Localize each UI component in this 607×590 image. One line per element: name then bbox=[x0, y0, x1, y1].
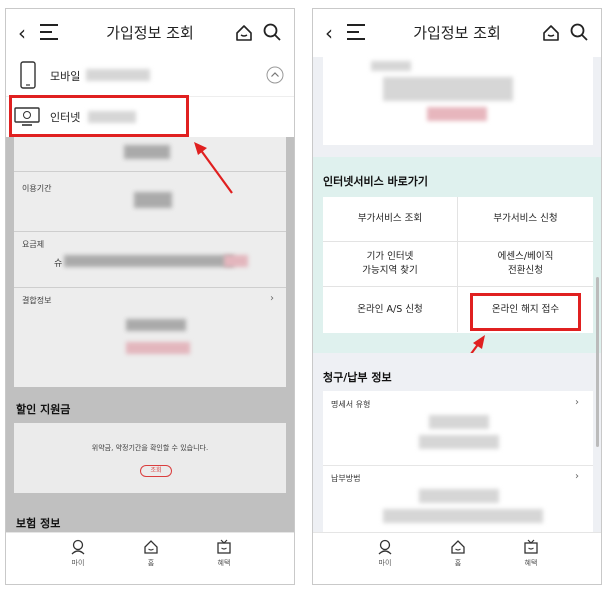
nav-benefit[interactable]: 혜택 bbox=[204, 539, 244, 568]
nav-label: 마이 bbox=[378, 559, 392, 567]
home-icon[interactable] bbox=[234, 23, 254, 43]
field-label-payment-method: 납부방법 bbox=[331, 474, 361, 483]
nav-label: 혜택 bbox=[217, 559, 231, 567]
masked-value bbox=[224, 255, 248, 267]
masked-value bbox=[383, 77, 513, 101]
nav-my[interactable]: 마이 bbox=[58, 539, 98, 568]
shortcut-essence-basic[interactable]: 에센스/베이직 전환신청 bbox=[458, 242, 593, 287]
page-title: 가입정보 조회 bbox=[106, 24, 194, 42]
masked-value bbox=[124, 145, 170, 159]
chevron-right-icon[interactable]: › bbox=[575, 471, 579, 482]
field-label-plan: 요금제 bbox=[22, 240, 45, 249]
person-icon bbox=[71, 539, 85, 555]
nav-label: 혜택 bbox=[524, 559, 538, 567]
nav-benefit[interactable]: 혜택 bbox=[511, 539, 551, 568]
nav-label: 마이 bbox=[71, 559, 85, 567]
page-title: 가입정보 조회 bbox=[413, 24, 501, 42]
discount-card: 위약금, 약정기간을 확인할 수 있습니다. 조회 bbox=[14, 423, 286, 493]
back-icon[interactable]: ‹ bbox=[18, 21, 34, 45]
masked-value bbox=[429, 415, 489, 429]
masked-value bbox=[126, 342, 190, 354]
nav-home[interactable]: 홈 bbox=[438, 539, 478, 568]
masked-number bbox=[86, 69, 150, 81]
masked-value bbox=[64, 255, 234, 267]
mobile-phone-icon bbox=[20, 61, 36, 89]
masked-value bbox=[371, 61, 411, 71]
chevron-right-icon[interactable]: › bbox=[270, 293, 274, 304]
app-header: ‹ 가입정보 조회 bbox=[313, 9, 601, 57]
left-phone-screen: ‹ 가입정보 조회 모바일 인터넷 이용기간 요금제 슈 결합정보 › 할인 지… bbox=[5, 8, 295, 585]
arrow-icon bbox=[194, 142, 233, 194]
home-icon bbox=[144, 540, 158, 554]
masked-value bbox=[134, 192, 172, 208]
shortcut-giga-area[interactable]: 기가 인터넷 가능지역 찾기 bbox=[323, 242, 458, 287]
field-label-invoice-type: 명세서 유형 bbox=[331, 400, 371, 409]
menu-icon[interactable] bbox=[347, 24, 367, 42]
plan-value-prefix: 슈 bbox=[54, 259, 63, 269]
shortcut-online-as[interactable]: 온라인 A/S 신청 bbox=[323, 287, 458, 332]
nav-label: 홈 bbox=[147, 559, 155, 567]
scrollbar[interactable] bbox=[596, 277, 599, 447]
right-phone-screen: ‹ 가입정보 조회 인터넷서비스 바로가기 부가서비스 조회 부가서비스 신청 … bbox=[312, 8, 602, 585]
menu-icon[interactable] bbox=[40, 24, 60, 42]
insurance-section-title: 보험 정보 bbox=[16, 517, 61, 530]
highlight-box-termination bbox=[470, 293, 581, 331]
shortcut-section-title: 인터넷서비스 바로가기 bbox=[323, 175, 429, 188]
shortcut-addon-inquiry[interactable]: 부가서비스 조회 bbox=[323, 197, 458, 242]
person-icon bbox=[378, 539, 392, 555]
home-icon bbox=[451, 540, 465, 554]
nav-label: 홈 bbox=[454, 559, 462, 567]
bottom-nav: 마이 홈 혜택 bbox=[313, 532, 601, 584]
back-icon[interactable]: ‹ bbox=[325, 21, 341, 45]
chevron-up-icon[interactable] bbox=[266, 66, 284, 84]
billing-section: 청구/납부 정보 명세서 유형 › 납부방법 › bbox=[313, 353, 601, 534]
masked-value bbox=[126, 319, 186, 331]
search-icon[interactable] bbox=[262, 22, 282, 42]
line-label: 모바일 bbox=[50, 70, 81, 83]
masked-value bbox=[427, 107, 487, 121]
search-icon[interactable] bbox=[569, 22, 589, 42]
shortcut-addon-apply[interactable]: 부가서비스 신청 bbox=[458, 197, 593, 242]
highlight-box-internet bbox=[9, 95, 189, 137]
field-label-bundle: 결합정보 bbox=[22, 296, 52, 305]
masked-value bbox=[383, 509, 543, 523]
shortcut-section: 인터넷서비스 바로가기 부가서비스 조회 부가서비스 신청 기가 인터넷 가능지… bbox=[313, 157, 601, 353]
nav-home[interactable]: 홈 bbox=[131, 539, 171, 568]
inquiry-button[interactable]: 조회 bbox=[140, 465, 172, 477]
top-info-card bbox=[313, 57, 601, 157]
bottom-nav: 마이 홈 혜택 bbox=[6, 532, 294, 584]
field-label-period: 이용기간 bbox=[22, 184, 52, 193]
discount-section-title: 할인 지원금 bbox=[16, 403, 71, 416]
nav-my[interactable]: 마이 bbox=[365, 539, 405, 568]
app-header: ‹ 가입정보 조회 bbox=[6, 9, 294, 57]
gift-icon bbox=[217, 539, 231, 554]
discount-message: 위약금, 약정기간을 확인할 수 있습니다. bbox=[91, 444, 209, 452]
billing-section-title: 청구/납부 정보 bbox=[323, 371, 392, 384]
masked-value bbox=[419, 489, 499, 503]
masked-value bbox=[419, 435, 499, 449]
detail-card: 이용기간 요금제 슈 결합정보 › bbox=[14, 137, 286, 387]
home-icon[interactable] bbox=[541, 23, 561, 43]
line-item-mobile[interactable]: 모바일 bbox=[6, 57, 294, 97]
gift-icon bbox=[524, 539, 538, 554]
chevron-right-icon[interactable]: › bbox=[575, 397, 579, 408]
